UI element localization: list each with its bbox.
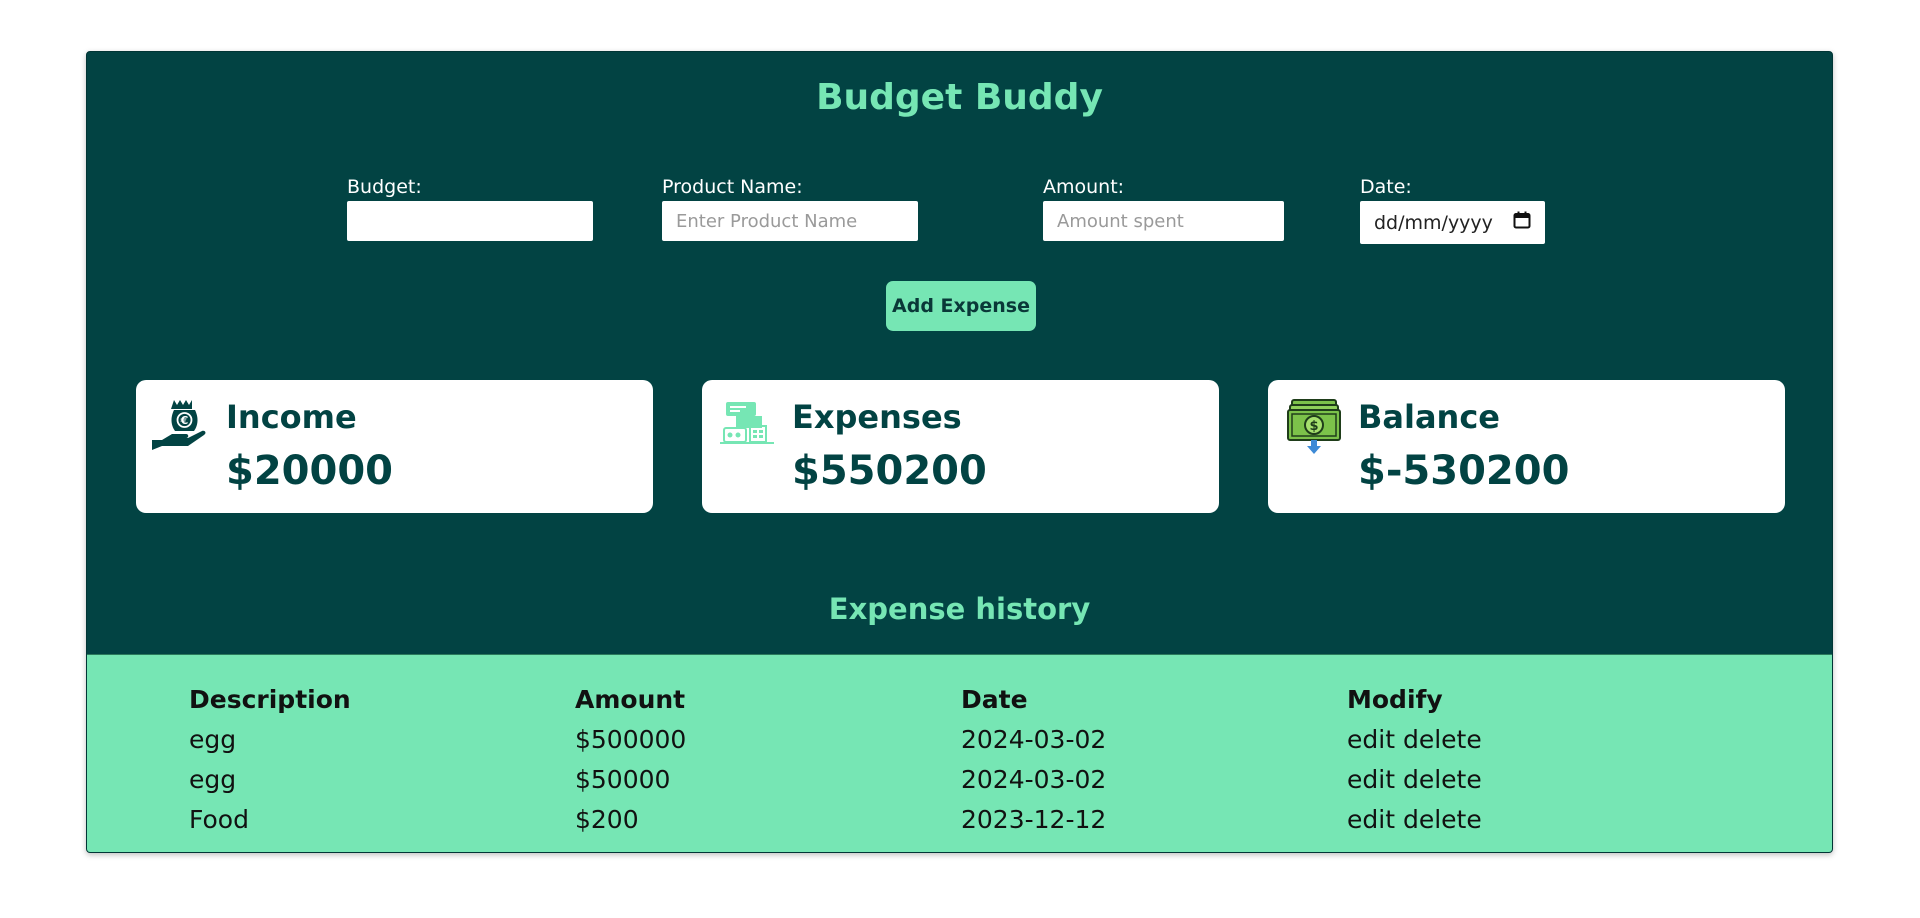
balance-card: $ Balance $-530200 — [1268, 380, 1785, 513]
income-label: Income — [226, 398, 357, 436]
column-header-date: Date — [961, 684, 1028, 714]
expenses-icon — [718, 396, 778, 456]
expenses-label: Expenses — [792, 398, 962, 436]
column-header-amount: Amount — [575, 684, 686, 714]
expenses-card: Expenses $550200 — [702, 380, 1219, 513]
svg-text:€: € — [180, 414, 189, 427]
add-expense-button[interactable]: Add Expense — [886, 281, 1036, 331]
balance-label: Balance — [1358, 398, 1500, 436]
table-row: egg $50000 2024-03-02 edit delete — [189, 759, 1733, 799]
budget-input[interactable] — [347, 201, 593, 241]
row-modify: edit delete — [1347, 759, 1733, 799]
column-header-modify: Modify — [1347, 684, 1443, 714]
edit-link[interactable]: edit — [1347, 765, 1395, 794]
table-header-row: Description Amount Date Modify — [189, 679, 1733, 719]
row-description: egg — [189, 724, 237, 754]
row-date: 2024-03-02 — [961, 724, 1107, 754]
table-row: egg $500000 2024-03-02 edit delete — [189, 719, 1733, 759]
delete-link[interactable]: delete — [1403, 725, 1482, 754]
row-date: 2023-12-12 — [961, 804, 1107, 834]
expense-table: Description Amount Date Modify egg $5000… — [189, 679, 1733, 839]
row-modify: edit delete — [1347, 799, 1733, 839]
delete-link[interactable]: delete — [1403, 805, 1482, 834]
row-description: Food — [189, 804, 249, 834]
date-input[interactable]: dd/mm/yyyy — [1360, 201, 1545, 244]
date-label: Date: — [1360, 176, 1412, 198]
row-modify: edit delete — [1347, 719, 1733, 759]
svg-text:$: $ — [1309, 419, 1318, 434]
app-title: Budget Buddy — [816, 77, 1103, 118]
money-stack-icon: $ — [1284, 396, 1344, 456]
income-card: € Income $20000 — [136, 380, 653, 513]
expense-history-section: Description Amount Date Modify egg $5000… — [87, 654, 1832, 852]
edit-link[interactable]: edit — [1347, 805, 1395, 834]
row-description: egg — [189, 764, 237, 794]
product-name-input[interactable] — [662, 201, 918, 241]
calendar-icon[interactable] — [1513, 211, 1531, 234]
delete-link[interactable]: delete — [1403, 765, 1482, 794]
income-value: $20000 — [226, 448, 393, 494]
product-label: Product Name: — [662, 176, 803, 198]
edit-link[interactable]: edit — [1347, 725, 1395, 754]
balance-value: $-530200 — [1358, 448, 1570, 494]
budget-label: Budget: — [347, 176, 422, 198]
expenses-value: $550200 — [792, 448, 987, 494]
row-amount: $50000 — [575, 764, 671, 794]
row-amount: $200 — [575, 804, 639, 834]
income-hand-icon: € — [152, 396, 212, 456]
row-date: 2024-03-02 — [961, 764, 1107, 794]
app-panel: Budget Buddy Budget: Product Name: Amoun… — [86, 51, 1833, 853]
date-placeholder: dd/mm/yyyy — [1374, 211, 1493, 234]
amount-input[interactable] — [1043, 201, 1284, 241]
column-header-description: Description — [189, 684, 351, 714]
expense-history-title: Expense history — [828, 592, 1091, 626]
table-row: Food $200 2023-12-12 edit delete — [189, 799, 1733, 839]
row-amount: $500000 — [575, 724, 687, 754]
amount-label: Amount: — [1043, 176, 1125, 198]
